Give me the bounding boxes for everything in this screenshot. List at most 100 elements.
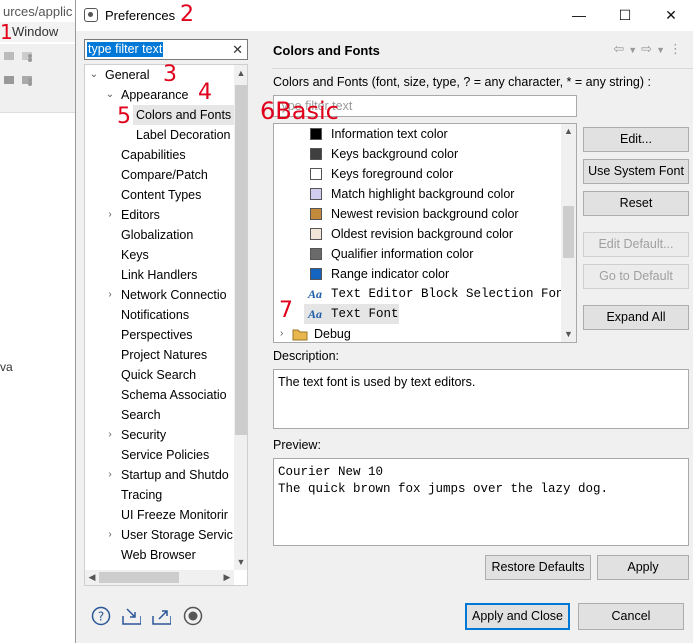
chevron-right-icon[interactable]: › [105, 465, 115, 485]
annotation-6: 6Basic [260, 97, 339, 125]
edit-default-button[interactable]: Edit Default... [583, 232, 689, 257]
chevron-right-icon[interactable]: › [105, 205, 115, 225]
tree-item[interactable]: Tracing [85, 485, 234, 505]
tree-item[interactable]: Project Natures [85, 345, 234, 365]
tree-item-label: Web Browser [121, 548, 196, 562]
view-menu-icon[interactable]: ⋮ [669, 41, 686, 56]
list-item-color[interactable]: Qualifier information color [274, 244, 561, 264]
scroll-right-icon[interactable]: ▶ [220, 570, 234, 585]
toolbar-icons [4, 52, 32, 86]
back-icon[interactable]: ⇦ [613, 41, 628, 56]
chevron-right-icon[interactable]: › [280, 324, 283, 342]
tree-item[interactable]: Globalization [85, 225, 234, 245]
edit-button[interactable]: Edit... [583, 127, 689, 152]
minimize-button[interactable]: — [556, 0, 602, 31]
help-icon[interactable]: ? [91, 606, 111, 626]
tree-item[interactable]: Service Policies [85, 445, 234, 465]
tree-item[interactable]: › Security [85, 425, 234, 445]
maximize-button[interactable]: ☐ [602, 0, 648, 31]
tree-item-label: Startup and Shutdo [121, 468, 229, 482]
close-button[interactable]: ✕ [648, 0, 693, 31]
tree-item-label-decorations[interactable]: Label Decoration [85, 125, 234, 145]
tree-item[interactable]: Link Handlers [85, 265, 234, 285]
record-icon[interactable] [183, 606, 203, 626]
tree-item[interactable]: Search [85, 405, 234, 425]
background-side-text: va [0, 360, 13, 374]
font-icon: Aa [308, 287, 323, 301]
tree-item[interactable]: › Network Connectio [85, 285, 234, 305]
tree-item[interactable]: Web Browser [85, 545, 234, 565]
go-to-default-button[interactable]: Go to Default [583, 264, 689, 289]
list-item-color[interactable]: Match highlight background color [274, 184, 561, 204]
use-system-font-button[interactable]: Use System Font [583, 159, 689, 184]
tree-item[interactable]: › User Storage Servic [85, 525, 234, 545]
nav-arrows[interactable]: ⇦▼⇨▼⋮ [613, 41, 686, 57]
list-scroll-thumb[interactable] [563, 206, 574, 258]
svg-text:?: ? [98, 610, 104, 624]
tree-item[interactable]: Keys [85, 245, 234, 265]
list-item-color[interactable]: Information text color [274, 124, 561, 144]
tree-vertical-scrollbar[interactable]: ▲ ▼ [234, 65, 247, 570]
list-item-color[interactable]: Oldest revision background color [274, 224, 561, 244]
restore-defaults-button[interactable]: Restore Defaults [485, 555, 591, 580]
tree-item[interactable]: Schema Associatio [85, 385, 234, 405]
tree-item[interactable]: Perspectives [85, 325, 234, 345]
list-item-debug[interactable]: › Debug [274, 324, 561, 342]
menu-window[interactable]: Window [12, 24, 58, 39]
chevron-right-icon[interactable]: › [105, 525, 115, 545]
preferences-dialog: Preferences — ☐ ✕ type filter text ✕ ⌄ G… [75, 0, 693, 643]
reset-button[interactable]: Reset [583, 191, 689, 216]
scroll-left-icon[interactable]: ◀ [85, 570, 99, 585]
export-icon[interactable] [151, 606, 171, 626]
tree-item-colors-and-fonts[interactable]: Colors and Fonts [133, 105, 234, 125]
chevron-down-icon[interactable]: ⌄ [89, 65, 99, 85]
apply-and-close-button[interactable]: Apply and Close [465, 603, 570, 630]
list-item-text-font[interactable]: Aa Text Font [304, 304, 399, 324]
color-label: Match highlight background color [331, 187, 515, 201]
apply-button[interactable]: Apply [597, 555, 689, 580]
scroll-thumb[interactable] [235, 85, 247, 435]
list-item-color[interactable]: Keys background color [274, 144, 561, 164]
tree-item[interactable]: UI Freeze Monitorir [85, 505, 234, 525]
forward-icon[interactable]: ⇨ [641, 41, 656, 56]
tree-item[interactable]: Compare/Patch [85, 165, 234, 185]
filter-input[interactable]: type filter text ✕ [84, 39, 248, 60]
chevron-right-icon[interactable]: › [105, 285, 115, 305]
chevron-right-icon[interactable]: › [105, 425, 115, 445]
tree-item[interactable]: Quick Search [85, 365, 234, 385]
list-item-block-selection-font[interactable]: Aa Text Editor Block Selection Font [274, 284, 571, 304]
clear-filter-icon[interactable]: ✕ [232, 42, 243, 58]
back-menu-icon[interactable]: ▼ [628, 45, 641, 55]
tree-item[interactable]: Content Types [85, 185, 234, 205]
tree-item[interactable]: Capabilities [85, 145, 234, 165]
scroll-down-icon[interactable]: ▼ [234, 554, 247, 570]
scroll-down-icon[interactable]: ▼ [561, 327, 576, 342]
list-label: Colors and Fonts (font, size, type, ? = … [273, 75, 651, 89]
chevron-down-icon[interactable]: ⌄ [105, 85, 115, 105]
color-label: Newest revision background color [331, 207, 519, 221]
expand-all-button[interactable]: Expand All [583, 305, 689, 330]
tree-horizontal-scrollbar[interactable]: ◀ ▶ [85, 570, 234, 585]
colors-and-fonts-list: Information text color Keys background co… [273, 123, 577, 343]
page-header: Colors and Fonts ⇦▼⇨▼⋮ [272, 31, 693, 68]
list-item-color[interactable]: Newest revision background color [274, 204, 561, 224]
import-icon[interactable] [121, 606, 141, 626]
tree-item[interactable]: Notifications [85, 305, 234, 325]
forward-menu-icon[interactable]: ▼ [656, 45, 669, 55]
hscroll-thumb[interactable] [99, 572, 179, 583]
annotation-3: 3 [163, 62, 177, 87]
description-box: The text font is used by text editors. [273, 369, 689, 429]
tree-item[interactable]: › Editors [85, 205, 234, 225]
preview-box: Courier New 10 The quick brown fox jumps… [273, 458, 689, 546]
list-scrollbar[interactable]: ▲ ▼ [561, 124, 576, 342]
scroll-up-icon[interactable]: ▲ [234, 65, 247, 81]
list-item-color[interactable]: Range indicator color [274, 264, 561, 284]
tree-item-label: Security [121, 428, 167, 442]
folder-icon [292, 329, 308, 341]
tree-item[interactable]: › Startup and Shutdo [85, 465, 234, 485]
filter-value: type filter text [87, 42, 164, 57]
cancel-button[interactable]: Cancel [578, 603, 684, 630]
list-item-color[interactable]: Keys foreground color [274, 164, 561, 184]
color-swatch [310, 268, 322, 280]
scroll-up-icon[interactable]: ▲ [561, 124, 576, 139]
